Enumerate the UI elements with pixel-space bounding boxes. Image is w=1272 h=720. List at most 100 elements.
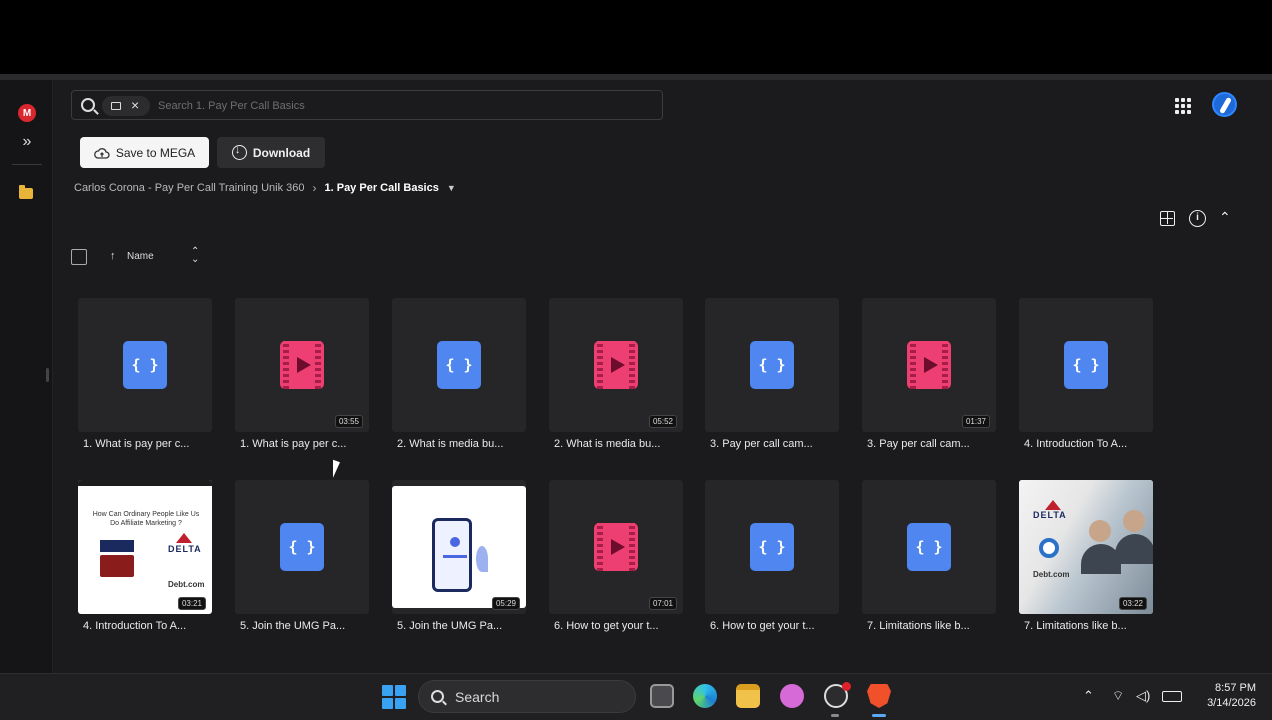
breadcrumb-current[interactable]: 1. Pay Per Call Basics [325, 182, 439, 194]
info-icon[interactable]: i [1189, 210, 1206, 227]
file-name-label[interactable]: 3. Pay per call cam... [710, 438, 850, 450]
person-image [1115, 534, 1153, 564]
folder-filter-chip[interactable]: × [102, 96, 150, 116]
video-duration-badge: 03:21 [177, 597, 206, 610]
file-name-label[interactable]: 2. What is media bu... [397, 438, 537, 450]
file-tile[interactable]: { } [705, 298, 839, 432]
code-file-icon: { } [123, 341, 167, 389]
video-thumbnail [392, 486, 526, 608]
edge-browser-icon[interactable] [693, 684, 717, 708]
file-tile[interactable]: { } [705, 480, 839, 614]
taskbar-search-label: Search [455, 689, 500, 705]
file-tile[interactable]: 01:37 [862, 298, 996, 432]
video-duration-badge: 07:01 [648, 597, 677, 610]
wifi-icon[interactable]: ⌔ [1112, 688, 1124, 704]
search-icon[interactable] [81, 98, 95, 112]
file-name-label[interactable]: 7. Limitations like b... [1024, 620, 1164, 632]
video-thumbnail: DELTA Debt.com [1019, 480, 1153, 614]
file-tile[interactable]: { } [862, 480, 996, 614]
download-button-label: Download [252, 145, 311, 160]
running-indicator [831, 714, 839, 717]
breadcrumb-parent[interactable]: Carlos Corona - Pay Per Call Training Un… [74, 182, 305, 194]
show-hidden-icons-icon[interactable]: ⌃ [1083, 688, 1094, 704]
thumbnail-brand: DELTA [168, 544, 202, 554]
file-name-label[interactable]: 4. Introduction To A... [1024, 438, 1164, 450]
taskbar [0, 673, 1272, 720]
mega-logo-icon[interactable]: M [18, 104, 36, 122]
close-icon[interactable]: × [131, 97, 139, 113]
file-tile[interactable]: 03:55 [235, 298, 369, 432]
search-input[interactable] [158, 97, 638, 115]
download-icon [231, 144, 247, 160]
file-name-label[interactable]: 3. Pay per call cam... [867, 438, 1007, 450]
mouse-cursor [333, 459, 340, 481]
file-name-label[interactable]: 4. Introduction To A... [83, 620, 223, 632]
system-clock[interactable]: 8:57 PM 3/14/2026 [1196, 681, 1256, 711]
search-bar[interactable]: × [71, 90, 663, 120]
brain-app-icon[interactable] [780, 684, 804, 708]
avatar[interactable] [1212, 92, 1237, 117]
file-name-label[interactable]: 5. Join the UMG Pa... [240, 620, 380, 632]
file-name-label[interactable]: 5. Join the UMG Pa... [397, 620, 537, 632]
file-tile[interactable]: DELTA Debt.com 03:22 [1019, 480, 1153, 614]
notification-badge [842, 682, 851, 691]
file-tile[interactable]: { } [392, 298, 526, 432]
file-explorer-icon[interactable] [736, 684, 760, 708]
taskbar-search[interactable]: Search [418, 680, 636, 713]
leaf-illustration [476, 546, 488, 572]
select-all-checkbox[interactable] [71, 249, 87, 265]
windows-start-icon[interactable] [382, 685, 406, 709]
volume-icon[interactable]: ◁) [1136, 688, 1150, 704]
breadcrumb: Carlos Corona - Pay Per Call Training Un… [74, 181, 456, 195]
collapse-up-icon[interactable]: ⌃ [1219, 209, 1231, 226]
file-tile[interactable]: { } [78, 298, 212, 432]
chevron-down-icon[interactable]: ▼ [447, 183, 456, 193]
download-button[interactable]: Download [217, 137, 325, 168]
file-tile[interactable]: 05:52 [549, 298, 683, 432]
code-file-icon: { } [750, 523, 794, 571]
apps-grid-icon[interactable] [1175, 98, 1191, 114]
phone-illustration [432, 518, 472, 592]
chevron-right-icon: › [312, 181, 317, 195]
video-file-icon [594, 341, 638, 389]
file-tile[interactable]: 05:29 [392, 480, 526, 614]
sort-ascending-icon[interactable]: ↑ [110, 250, 116, 262]
task-view-icon[interactable] [650, 684, 674, 708]
code-file-icon: { } [907, 523, 951, 571]
video-duration-badge: 05:52 [648, 415, 677, 428]
file-tile[interactable]: 07:01 [549, 480, 683, 614]
file-name-label[interactable]: 1. What is pay per c... [240, 438, 380, 450]
file-tile[interactable]: { } [235, 480, 369, 614]
expand-sidebar-icon[interactable]: » [17, 132, 37, 152]
sort-by-name-label[interactable]: Name [127, 251, 154, 262]
code-file-icon: { } [437, 341, 481, 389]
file-tile[interactable]: How Can Ordinary People Like Us Do Affil… [78, 480, 212, 614]
video-thumbnail: How Can Ordinary People Like Us Do Affil… [78, 480, 212, 614]
video-duration-badge: 03:55 [334, 415, 363, 428]
clock-date: 3/14/2026 [1207, 697, 1256, 709]
code-file-icon: { } [1064, 341, 1108, 389]
video-duration-badge: 03:22 [1118, 597, 1147, 610]
grid-view-icon[interactable] [1160, 211, 1175, 226]
sort-toggle-icon[interactable]: ⌃ ⌄ [191, 247, 199, 265]
sidebar-resize-handle[interactable] [46, 368, 49, 382]
save-button-label: Save to MEGA [115, 145, 196, 160]
file-name-label[interactable]: 7. Limitations like b... [867, 620, 1007, 632]
screen-top-black-bar [0, 0, 1272, 76]
person-image [1089, 520, 1111, 542]
thumbnail-brand: Debt.com [1033, 570, 1070, 579]
file-tile[interactable]: { } [1019, 298, 1153, 432]
folder-icon [111, 102, 121, 110]
save-to-mega-button[interactable]: Save to MEGA [80, 137, 209, 168]
file-name-label[interactable]: 2. What is media bu... [554, 438, 694, 450]
file-name-label[interactable]: 6. How to get your t... [554, 620, 694, 632]
battery-icon[interactable] [1162, 691, 1182, 702]
video-file-icon [280, 341, 324, 389]
file-name-label[interactable]: 6. How to get your t... [710, 620, 850, 632]
video-file-icon [594, 523, 638, 571]
cloud-drive-folder-icon[interactable] [19, 185, 33, 199]
file-name-label[interactable]: 1. What is pay per c... [83, 438, 223, 450]
thumbnail-logo [1039, 538, 1059, 558]
video-file-icon [907, 341, 951, 389]
code-file-icon: { } [280, 523, 324, 571]
